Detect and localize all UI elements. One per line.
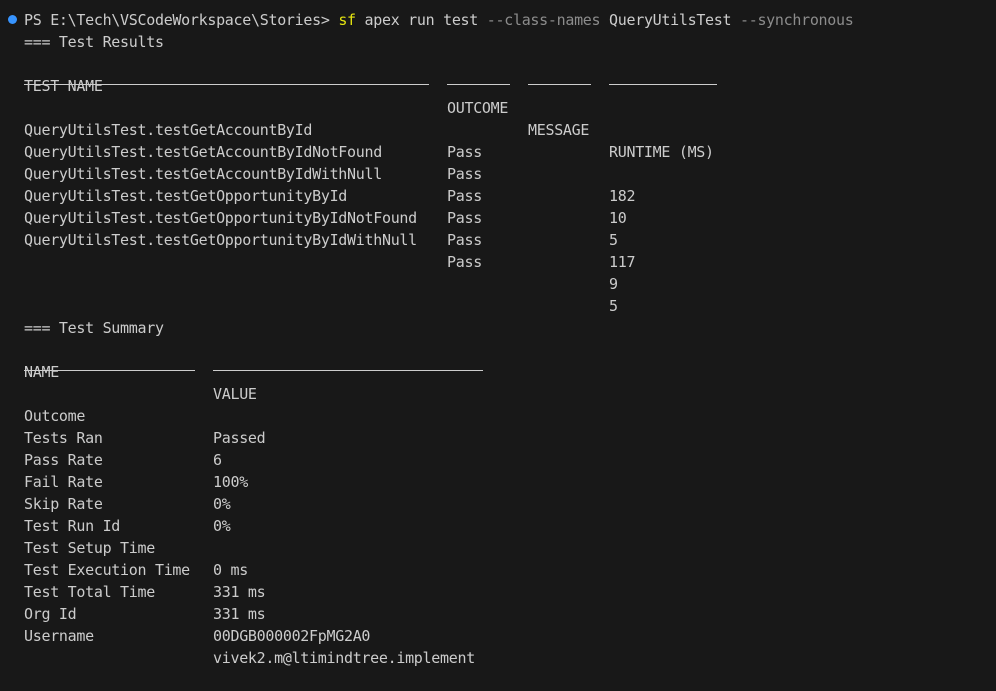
summary-row: Test Setup Time 0 ms (24, 515, 624, 579)
table-row: QueryUtilsTest.testGetAccountByIdNotFoun… (24, 119, 984, 227)
divider (528, 84, 591, 85)
summary-name-cell: Username (24, 627, 94, 645)
header-name: NAME (24, 363, 59, 381)
divider (609, 84, 717, 85)
runtime-cell: 9 (609, 275, 618, 293)
summary-value-cell: vivek2.m@ltimindtree.implement (213, 649, 475, 667)
summary-row: Test Total Time 331 ms (24, 559, 624, 623)
terminal-panel[interactable]: PS E:\Tech\VSCodeWorkspace\Stories> sf a… (0, 0, 996, 667)
prompt-path: PS E:\Tech\VSCodeWorkspace\Stories> (24, 11, 330, 29)
summary-row: Fail Rate 0% (24, 449, 624, 513)
divider (447, 84, 510, 85)
divider (24, 370, 195, 371)
command-status-dot-icon[interactable] (8, 15, 17, 24)
table-row: QueryUtilsTest.testGetOpportunityByIdNot… (24, 185, 984, 293)
divider (24, 84, 429, 85)
command-name: sf (338, 11, 356, 29)
divider (213, 370, 483, 371)
command-args: apex run test (364, 11, 479, 29)
table-row: QueryUtilsTest.testGetOpportunityByIdWit… (24, 207, 984, 315)
option-synchronous: --synchronous (739, 11, 854, 29)
summary-row: Username vivek2.m@ltimindtree.implement (24, 603, 624, 667)
class-name-value: QueryUtilsTest (609, 11, 732, 29)
outcome-cell: Pass (447, 253, 482, 271)
summary-header-row: NAME VALUE (24, 339, 624, 403)
table-row: QueryUtilsTest.testGetOpportunityById Pa… (24, 163, 984, 271)
test-name-cell: QueryUtilsTest.testGetOpportunityByIdWit… (24, 231, 417, 249)
summary-value-cell: 00DGB000002FpMG2A0 (213, 627, 371, 645)
table-row: QueryUtilsTest.testGetAccountByIdWithNul… (24, 141, 984, 249)
command-line: PS E:\Tech\VSCodeWorkspace\Stories> sf a… (24, 9, 854, 31)
summary-row: Pass Rate 100% (24, 427, 624, 491)
table-row: QueryUtilsTest.testGetAccountById Pass 1… (24, 97, 984, 205)
summary-row: Test Run Id (24, 493, 624, 535)
results-header-row: TEST NAME OUTCOME MESSAGE RUNTIME (MS) (24, 53, 984, 161)
summary-row: Test Execution Time 331 ms (24, 537, 624, 601)
summary-heading: === Test Summary (24, 319, 164, 337)
option-class-names: --class-names (486, 11, 601, 29)
summary-row: Org Id 00DGB000002FpMG2A0 (24, 581, 624, 645)
outcome-cell: Pass (447, 231, 482, 249)
runtime-cell: 5 (609, 297, 618, 315)
summary-row: Skip Rate 0% (24, 471, 624, 535)
results-heading: === Test Results (24, 33, 164, 51)
runtime-cell: 117 (609, 253, 636, 271)
header-test-name: TEST NAME (24, 77, 103, 95)
summary-row: Tests Ran 6 (24, 405, 624, 469)
runtime-cell: 5 (609, 231, 618, 249)
summary-row: Outcome Passed (24, 383, 624, 447)
